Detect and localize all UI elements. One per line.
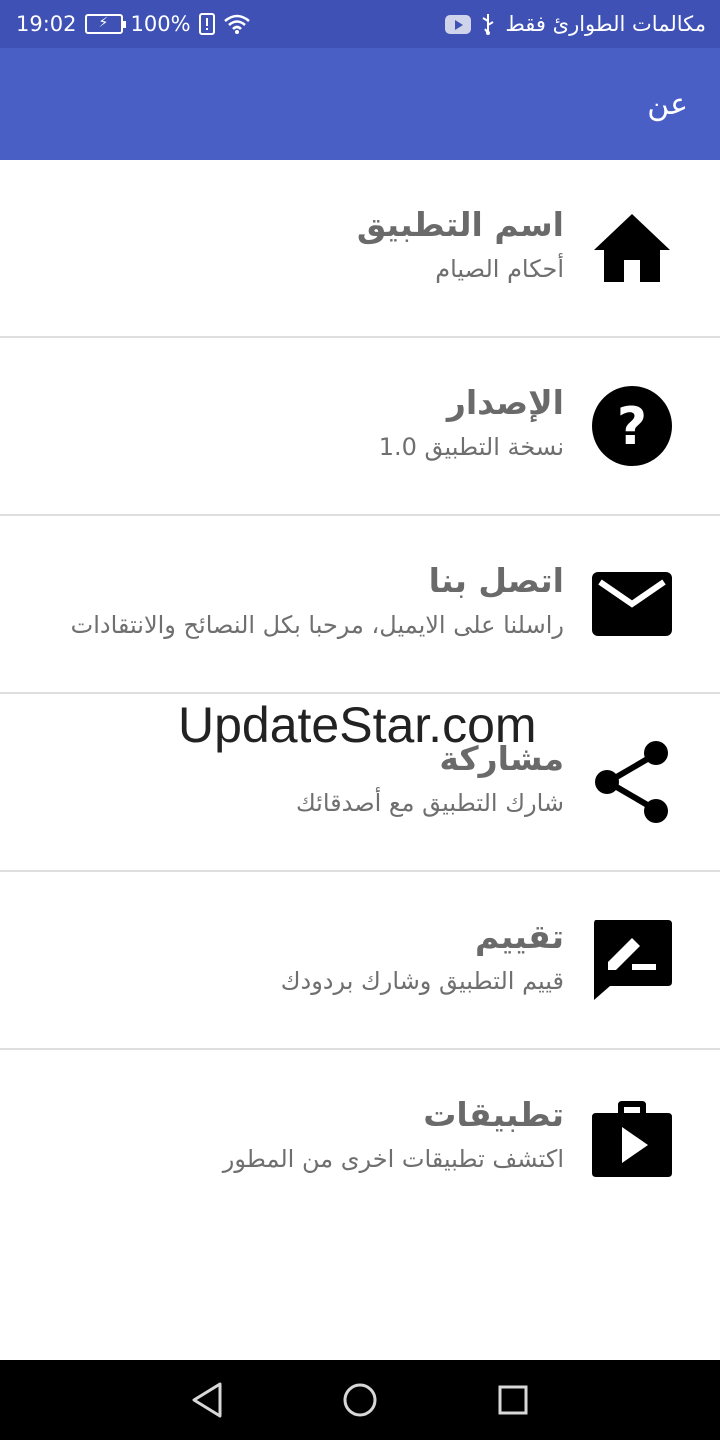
carrier-text: مكالمات الطوارئ فقط xyxy=(505,12,706,36)
about-list: اسم التطبيق أحكام الصيام ? الإصدار نسخة … xyxy=(0,160,720,1228)
wifi-icon xyxy=(223,13,251,35)
list-item-subtitle: اكتشف تطبيقات اخرى من المطور xyxy=(222,1145,564,1173)
list-item-text: تطبيقات اكتشف تطبيقات اخرى من المطور xyxy=(223,1090,564,1178)
list-item-title: الإصدار xyxy=(446,383,564,422)
status-left: 19:02 ⚡ 100% xyxy=(16,12,251,36)
svg-text:?: ? xyxy=(617,397,647,457)
list-item-subtitle: قييم التطبيق وشارك بردودك xyxy=(280,967,564,995)
battery-icon: ⚡ xyxy=(84,14,126,34)
list-item-title: اسم التطبيق xyxy=(356,205,564,244)
list-item-text: تقييم قييم التطبيق وشارك بردودك xyxy=(281,912,564,1000)
list-item-subtitle: راسلنا على الايميل، مرحبا بكل النصائح وا… xyxy=(70,611,564,639)
list-item-subtitle: شارك التطبيق مع أصدقائك xyxy=(295,789,564,817)
list-item-title: تقييم xyxy=(475,917,564,956)
alert-icon xyxy=(198,13,215,35)
youtube-icon xyxy=(445,14,472,34)
list-item-version[interactable]: ? الإصدار نسخة التطبيق 1.0 xyxy=(0,338,720,516)
watermark: UpdateStar.com xyxy=(178,697,537,753)
list-item-app-name[interactable]: اسم التطبيق أحكام الصيام xyxy=(0,160,720,338)
list-item-title: تطبيقات xyxy=(423,1095,564,1134)
list-item-text: اسم التطبيق أحكام الصيام xyxy=(357,200,564,288)
list-item-title: اتصل بنا xyxy=(428,561,564,600)
home-circle-icon[interactable] xyxy=(330,1370,390,1430)
nav-bar xyxy=(0,1360,720,1440)
rate-review-icon xyxy=(592,920,672,1000)
back-icon[interactable] xyxy=(177,1370,237,1430)
app-bar: عن xyxy=(0,48,720,160)
list-item-text: اتصل بنا راسلنا على الايميل، مرحبا بكل ا… xyxy=(71,556,564,644)
list-item-rate[interactable]: تقييم قييم التطبيق وشارك بردودك xyxy=(0,872,720,1050)
status-time: 19:02 xyxy=(16,12,77,36)
list-item-text: الإصدار نسخة التطبيق 1.0 xyxy=(379,378,564,466)
battery-level: 100% xyxy=(130,12,191,36)
status-bar: 19:02 ⚡ 100% مكالمات الطوارئ فقط xyxy=(0,0,720,48)
list-item-contact[interactable]: اتصل بنا راسلنا على الايميل، مرحبا بكل ا… xyxy=(0,516,720,694)
list-item-subtitle: نسخة التطبيق 1.0 xyxy=(378,433,564,461)
status-right: مكالمات الطوارئ فقط xyxy=(445,12,706,36)
list-item-subtitle: أحكام الصيام xyxy=(435,255,564,283)
usb-icon xyxy=(481,13,495,35)
home-icon xyxy=(592,208,672,288)
list-item-apps[interactable]: تطبيقات اكتشف تطبيقات اخرى من المطور xyxy=(0,1050,720,1228)
page-title: عن xyxy=(647,86,688,122)
play-store-icon xyxy=(592,1099,672,1179)
mail-icon xyxy=(592,564,672,644)
share-icon xyxy=(592,741,672,823)
recents-icon[interactable] xyxy=(483,1370,543,1430)
help-icon: ? xyxy=(592,386,672,466)
